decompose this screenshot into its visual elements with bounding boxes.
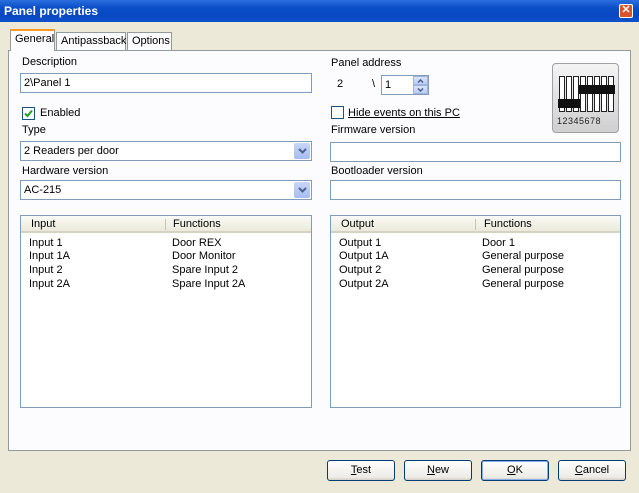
chevron-up-icon (417, 78, 424, 83)
type-label: Type (22, 124, 46, 136)
dip-switch-6 (593, 76, 601, 112)
bootloader-version-label: Bootloader version (331, 165, 423, 177)
input-name: Input 1 (29, 237, 63, 249)
dip-switch-numbers: 12345678 (557, 116, 602, 126)
hide-events-checkbox[interactable] (331, 106, 344, 119)
bootloader-version-field[interactable] (330, 180, 621, 200)
tab-antipassback[interactable]: Antipassback (56, 32, 126, 50)
output-function: General purpose (482, 264, 564, 276)
output-function: General purpose (482, 278, 564, 290)
ok-button[interactable]: OK (481, 460, 549, 481)
input-function: Spare Input 2A (172, 278, 246, 290)
input-name: Input 2 (29, 264, 63, 276)
column-header-output[interactable]: Output (341, 218, 374, 230)
panel-address-spin-buttons[interactable] (413, 76, 428, 94)
title-bar[interactable]: Panel properties ✕ (0, 0, 639, 22)
spin-down-button[interactable] (413, 85, 428, 94)
tab-label: Options (132, 35, 170, 47)
description-label: Description (22, 56, 78, 68)
tab-options[interactable]: Options (127, 32, 172, 50)
dip-switch-4 (579, 76, 587, 112)
description-value: 2\Panel 1 (24, 77, 71, 89)
panel-address-separator: \ (372, 78, 376, 90)
output-name: Output 1A (339, 250, 389, 262)
column-header-functions[interactable]: Functions (173, 218, 221, 230)
dip-switch-5 (586, 76, 594, 112)
type-dropdown-button[interactable] (294, 143, 310, 159)
enabled-checkbox[interactable] (22, 107, 35, 120)
panel-properties-dialog: Panel properties ✕ General Antipassback … (0, 0, 639, 493)
inputs-list-header: Input Functions (21, 216, 311, 233)
hardware-version-value: AC-215 (24, 184, 62, 196)
outputs-list[interactable]: Output Functions Output 1 Door 1 Output … (330, 215, 621, 408)
spin-up-button[interactable] (413, 76, 428, 85)
cancel-button[interactable]: Cancel (558, 460, 626, 481)
chevron-down-icon (297, 187, 307, 193)
window-title: Panel properties (4, 4, 99, 18)
tab-general[interactable]: General (10, 29, 55, 51)
firmware-version-label: Firmware version (331, 124, 416, 136)
input-function: Spare Input 2 (172, 264, 239, 276)
outputs-list-header: Output Functions (331, 216, 620, 233)
output-name: Output 2A (339, 278, 389, 290)
enabled-label: Enabled (40, 107, 81, 119)
column-header-input[interactable]: Input (31, 218, 55, 230)
panel-address-prefix: 2 (337, 78, 344, 90)
tab-label: Antipassback (61, 35, 127, 47)
description-input[interactable]: 2\Panel 1 (20, 73, 312, 93)
dip-switch-icon: 12345678 (552, 63, 619, 133)
dip-switch-3 (572, 76, 580, 112)
inputs-list[interactable]: Input Functions Input 1 Door REX Input 1… (20, 215, 312, 408)
dip-switch-8 (607, 76, 615, 112)
input-function: Door Monitor (172, 250, 236, 262)
panel-address-value: 1 (385, 79, 392, 91)
checkmark-icon (24, 109, 33, 118)
input-name: Input 2A (29, 278, 70, 290)
test-button[interactable]: Test (327, 460, 395, 481)
panel-address-label: Panel address (331, 57, 402, 69)
new-button[interactable]: New (404, 460, 472, 481)
dip-switch-7 (600, 76, 608, 112)
type-value: 2 Readers per door (24, 145, 119, 157)
output-function: Door 1 (482, 237, 516, 249)
output-function: General purpose (482, 250, 564, 262)
tab-label: General (15, 33, 55, 45)
input-function: Door REX (172, 237, 222, 249)
close-icon: ✕ (621, 4, 631, 16)
chevron-down-icon (297, 148, 307, 154)
close-button[interactable]: ✕ (619, 4, 633, 18)
hide-events-label: Hide events on this PC (348, 107, 460, 119)
hardware-version-label: Hardware version (22, 165, 109, 177)
output-name: Output 1 (339, 237, 382, 249)
column-header-functions[interactable]: Functions (484, 218, 532, 230)
type-select[interactable]: 2 Readers per door (20, 141, 312, 161)
chevron-down-icon (417, 87, 424, 92)
hardware-version-select[interactable]: AC-215 (20, 180, 312, 200)
output-name: Output 2 (339, 264, 382, 276)
input-name: Input 1A (29, 250, 70, 262)
firmware-version-field[interactable] (330, 142, 621, 162)
hardware-dropdown-button[interactable] (294, 182, 310, 198)
